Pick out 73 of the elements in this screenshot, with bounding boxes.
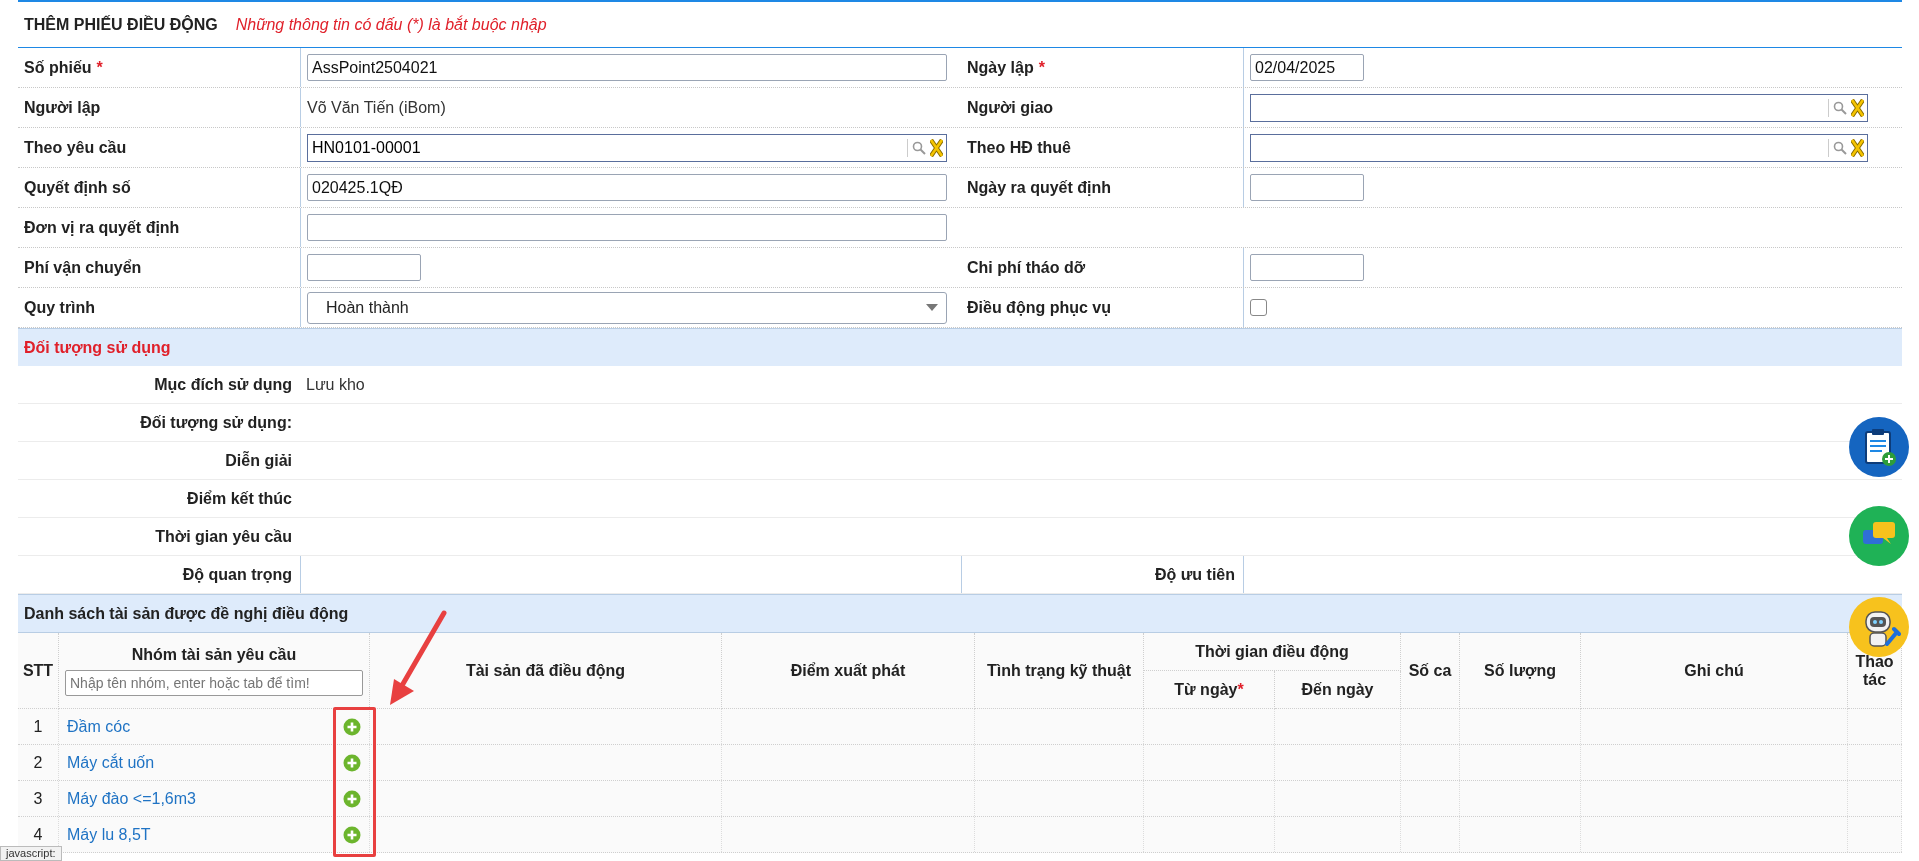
status-tooltip: javascript: — [0, 846, 62, 861]
field-value: Võ Văn Tiến (iBom) — [307, 98, 446, 117]
field-label: Độ quan trọng — [182, 565, 292, 584]
field-label: Số phiếu — [24, 58, 92, 77]
asset-group-link[interactable]: Máy lu 8,5T — [67, 825, 151, 844]
required-note: Những thông tin có dấu (*) là bắt buộc nhập — [235, 15, 547, 34]
column-header: Thao tác — [1854, 652, 1895, 689]
field-label: Quy trình — [24, 298, 96, 317]
row-number: 2 — [33, 753, 43, 772]
field-label: Theo yêu cầu — [24, 138, 127, 157]
field-label: Điểm kết thúc — [187, 489, 292, 508]
column-header: Điểm xuất phát — [790, 661, 906, 680]
text-field[interactable] — [1250, 174, 1364, 201]
add-icon[interactable] — [343, 789, 361, 808]
asset-group-link[interactable]: Máy cắt uốn — [67, 753, 155, 772]
chat-button[interactable] — [1849, 506, 1909, 566]
add-icon[interactable] — [343, 825, 361, 844]
column-header: Thời gian điều động — [1195, 642, 1349, 661]
section-title: Danh sách tài sản được đề nghị điều động — [24, 604, 349, 623]
column-header: Tình trạng kỹ thuật — [987, 661, 1131, 680]
field-label: Người lập — [24, 98, 101, 117]
text-field[interactable] — [1250, 254, 1364, 281]
row-number: 4 — [33, 825, 43, 844]
column-header: Số lượng — [1484, 661, 1556, 680]
add-icon[interactable] — [343, 717, 361, 736]
required-mark: * — [96, 58, 103, 77]
column-header: Nhóm tài sản yêu cầu — [131, 645, 297, 664]
search-icon[interactable] — [1833, 140, 1847, 155]
clipboard-button[interactable] — [1849, 417, 1909, 477]
field-label: Người giao — [967, 98, 1054, 117]
column-header: STT — [22, 661, 54, 680]
field-label: Độ ưu tiên — [1154, 565, 1235, 584]
column-header: Tài sản đã điều động — [465, 661, 626, 680]
form-title: THÊM PHIẾU ĐIỀU ĐỘNG — [24, 15, 218, 34]
field-label: Mục đích sử dụng — [154, 375, 292, 394]
checkbox[interactable] — [1250, 299, 1267, 316]
caret-icon — [926, 304, 938, 311]
clear-icon[interactable] — [1851, 98, 1864, 117]
column-header: Từ ngày — [1174, 680, 1238, 699]
field-label: Đơn vị ra quyết định — [24, 218, 180, 237]
required-mark: * — [1038, 58, 1045, 77]
search-field[interactable]: Nhập tên nhóm, enter hoặc tab để tìm! — [65, 669, 363, 696]
field-value: Lưu kho — [306, 375, 365, 394]
field-label: Đối tượng sử dụng: — [140, 413, 292, 432]
text-field[interactable]: 02/04/2025 — [1250, 54, 1364, 81]
column-header: Ghi chú — [1684, 661, 1744, 680]
field-label: Diễn giải — [225, 451, 292, 470]
asset-group-link[interactable]: Đầm cóc — [67, 717, 131, 736]
field-label: Theo HĐ thuê — [967, 138, 1071, 157]
clear-icon[interactable] — [930, 138, 943, 157]
column-header: Số ca — [1408, 661, 1452, 680]
asset-group-link[interactable]: Máy đào <=1,6m3 — [67, 789, 196, 808]
field-label: Phí vận chuyển — [24, 258, 142, 277]
field-label: Quyết định số — [24, 178, 131, 197]
field-label: Ngày ra quyết định — [967, 178, 1112, 197]
column-header: Đến ngày — [1301, 680, 1374, 699]
text-field[interactable]: 020425.1QĐ — [307, 174, 947, 201]
add-icon[interactable] — [343, 753, 361, 772]
text-field[interactable]: AssPoint2504021 — [307, 54, 947, 81]
field-label: Chi phí tháo dỡ — [967, 258, 1086, 277]
row-number: 1 — [33, 717, 43, 736]
text-field[interactable] — [307, 214, 947, 241]
search-icon[interactable] — [912, 140, 926, 155]
required-mark: * — [1237, 680, 1244, 699]
clear-icon[interactable] — [1851, 138, 1864, 157]
text-field[interactable] — [307, 254, 421, 281]
field-label: Ngày lập — [967, 58, 1034, 77]
search-icon[interactable] — [1833, 100, 1847, 115]
row-number: 3 — [33, 789, 43, 808]
select-field[interactable]: Hoàn thành — [307, 291, 947, 324]
section-title: Đối tượng sử dụng — [24, 338, 171, 357]
field-label: Thời gian yêu cầu — [155, 527, 292, 546]
field-label: Điều động phục vụ — [967, 298, 1111, 317]
